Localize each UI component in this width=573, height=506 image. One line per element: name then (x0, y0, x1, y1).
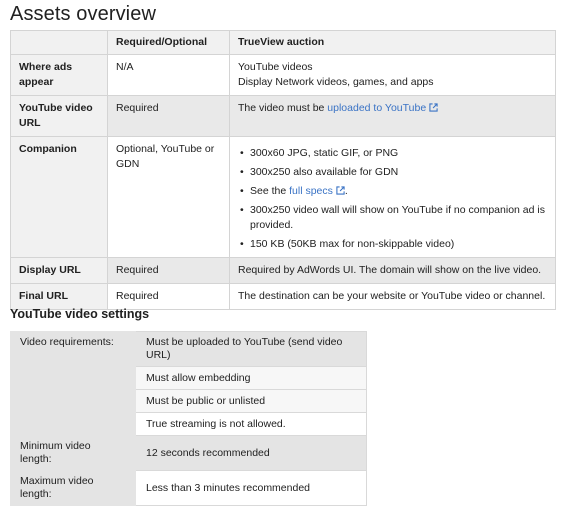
external-link-icon[interactable] (336, 186, 345, 195)
row-requirement: N/A (107, 54, 230, 96)
row-requirement: Required (107, 95, 230, 137)
settings-label: Video requirements: (10, 331, 136, 436)
external-link-icon[interactable] (429, 103, 438, 112)
row-requirement: Required (107, 283, 230, 310)
row-description: Required by AdWords UI. The domain will … (229, 257, 556, 284)
settings-value: Must allow embedding (135, 366, 367, 390)
table-row-display-url: Display URL Required Required by AdWords… (10, 257, 556, 284)
link-text[interactable]: full specs (289, 185, 333, 197)
row-requirement: Required (107, 257, 230, 284)
header-trueview-auction: TrueView auction (229, 30, 556, 55)
list-item: 300x60 JPG, static GIF, or PNG (240, 146, 547, 161)
row-requirement: Optional, YouTube or GDN (107, 136, 230, 258)
description-line: Display Network videos, games, and apps (238, 76, 434, 88)
header-required-optional: Required/Optional (107, 30, 230, 55)
row-label: Display URL (10, 257, 108, 284)
page: Assets overview Required/Optional TrueVi… (0, 0, 573, 506)
row-description: 300x60 JPG, static GIF, or PNG 300x250 a… (229, 136, 556, 258)
table-row-final-url: Final URL Required The destination can b… (10, 283, 556, 310)
header-cell-empty (10, 30, 108, 55)
row-description: The video must be uploaded to YouTube (229, 95, 556, 137)
link-text[interactable]: uploaded to YouTube (327, 102, 426, 114)
row-label: Where ads appear (10, 54, 108, 96)
row-label: Companion (10, 136, 108, 258)
settings-value: True streaming is not allowed. (135, 412, 367, 436)
settings-label: Minimum video length: (10, 435, 136, 471)
row-description: YouTube videos Display Network videos, g… (229, 54, 556, 96)
description-text: The video must be (238, 102, 328, 114)
description-line: YouTube videos (238, 61, 313, 73)
list-item: 300x250 also available for GDN (240, 165, 547, 180)
page-title: Assets overview (10, 3, 156, 25)
row-label: YouTube video URL (10, 95, 108, 137)
list-item: 150 KB (50KB max for non-skippable video… (240, 237, 547, 252)
settings-value: Less than 3 minutes recommended (135, 470, 367, 506)
table-row: Video requirements: Must be uploaded to … (10, 331, 367, 436)
table-row-companion: Companion Optional, YouTube or GDN 300x6… (10, 136, 556, 258)
settings-value: Must be uploaded to YouTube (send video … (135, 331, 367, 367)
table-row: Maximum video length: Less than 3 minute… (10, 470, 367, 506)
video-settings-table: Video requirements: Must be uploaded to … (10, 331, 367, 506)
settings-label: Maximum video length: (10, 470, 136, 506)
list-item: See the full specs. (240, 184, 547, 199)
table-row: Minimum video length: 12 seconds recomme… (10, 435, 367, 471)
settings-title: YouTube video settings (10, 307, 150, 321)
full-specs-link[interactable]: full specs (289, 185, 345, 197)
uploaded-to-youtube-link[interactable]: uploaded to YouTube (327, 102, 438, 114)
settings-value: Must be public or unlisted (135, 389, 367, 413)
settings-value: 12 seconds recommended (135, 435, 367, 471)
table-row-youtube-url: YouTube video URL Required The video mus… (10, 95, 556, 137)
table-header-row: Required/Optional TrueView auction (10, 30, 556, 55)
row-description: The destination can be your website or Y… (229, 283, 556, 310)
assets-table: Required/Optional TrueView auction Where… (10, 30, 556, 310)
list-item: 300x250 video wall will show on YouTube … (240, 203, 547, 233)
row-label: Final URL (10, 283, 108, 310)
list-item-text: See the (250, 185, 290, 197)
companion-spec-list: 300x60 JPG, static GIF, or PNG 300x250 a… (238, 146, 547, 252)
table-row-where-ads: Where ads appear N/A YouTube videos Disp… (10, 54, 556, 96)
list-item-text: . (344, 185, 348, 197)
